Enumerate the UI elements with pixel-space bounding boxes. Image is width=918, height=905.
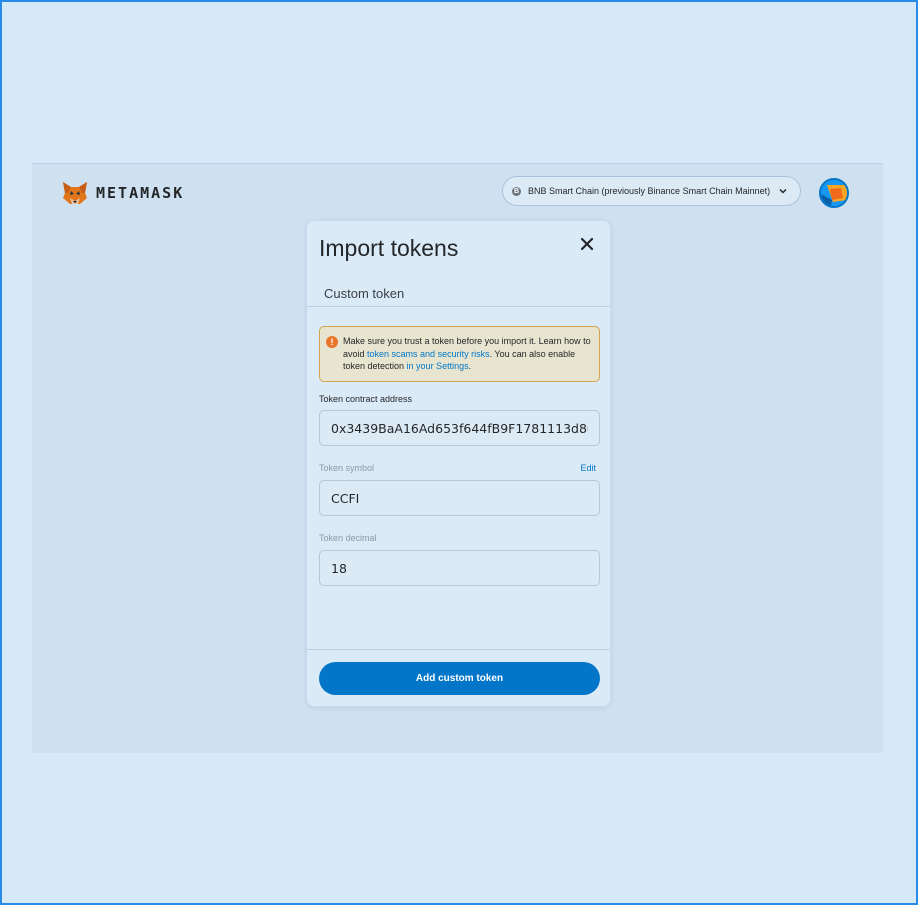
edit-symbol-link[interactable]: Edit bbox=[580, 463, 596, 473]
close-icon[interactable] bbox=[578, 235, 596, 253]
warning-text: Make sure you trust a token before you i… bbox=[343, 336, 591, 371]
network-label: BNB Smart Chain (previously Binance Smar… bbox=[528, 186, 771, 196]
avatar-identicon bbox=[821, 180, 847, 206]
token-address-label: Token contract address bbox=[319, 394, 413, 404]
metamask-logo[interactable]: METAMASK bbox=[62, 181, 184, 205]
tab-divider bbox=[307, 306, 610, 307]
token-symbol-label: Token symbol bbox=[319, 463, 375, 473]
warning-icon: ! bbox=[326, 336, 338, 348]
token-decimal-input[interactable] bbox=[319, 550, 600, 586]
footer-divider bbox=[307, 649, 610, 650]
brand-name: METAMASK bbox=[96, 184, 185, 202]
modal-title: Import tokens bbox=[319, 235, 459, 261]
network-icon: B bbox=[512, 186, 521, 196]
account-avatar[interactable] bbox=[819, 178, 849, 208]
chevron-down-icon bbox=[779, 188, 787, 194]
token-address-input[interactable] bbox=[319, 410, 600, 446]
add-custom-token-button[interactable]: Add custom token bbox=[319, 662, 600, 695]
warning-banner: ! Make sure you trust a token before you… bbox=[319, 326, 600, 382]
settings-link[interactable]: in your Settings bbox=[407, 361, 469, 371]
network-selector[interactable]: B BNB Smart Chain (previously Binance Sm… bbox=[502, 176, 801, 206]
token-decimal-label: Token decimal bbox=[319, 533, 377, 543]
import-tokens-modal: Import tokens Custom token ! Make sure y… bbox=[306, 220, 611, 707]
tab-custom-token[interactable]: Custom token bbox=[324, 286, 404, 301]
token-scams-link[interactable]: token scams and security risks bbox=[367, 349, 490, 359]
token-symbol-input[interactable] bbox=[319, 480, 600, 516]
fox-icon bbox=[63, 182, 87, 204]
app-frame: METAMASK B BNB Smart Chain (previously B… bbox=[32, 163, 883, 753]
